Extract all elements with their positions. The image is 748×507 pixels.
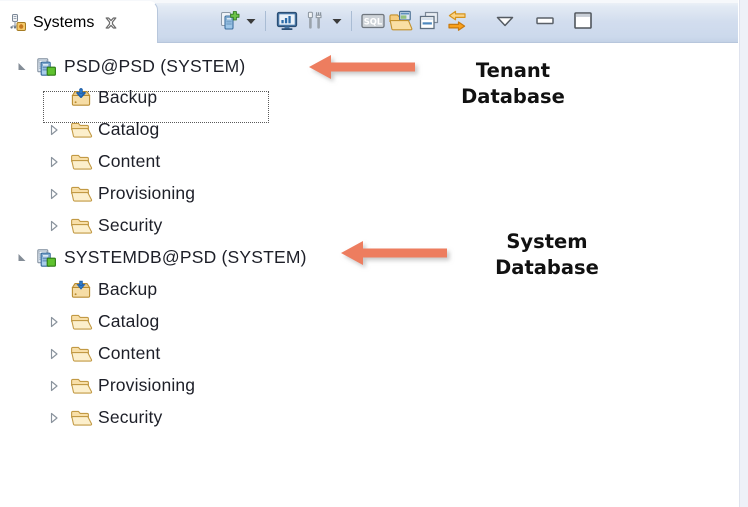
- tree-row[interactable]: Provisioning: [46, 370, 195, 401]
- tree-row-label: SYSTEMDB@PSD (SYSTEM): [64, 247, 307, 267]
- tree-row-label: Backup: [98, 87, 158, 107]
- chevron-down-icon[interactable]: [243, 9, 258, 33]
- tree-row-label: Provisioning: [98, 375, 196, 395]
- tree-row[interactable]: Security: [46, 402, 162, 433]
- open-folder-window-icon[interactable]: [388, 8, 414, 34]
- folder-icon: [70, 120, 93, 140]
- add-system-icon[interactable]: [216, 8, 242, 34]
- twisty-collapsed-icon[interactable]: [46, 314, 62, 330]
- collapse-all-icon[interactable]: [416, 8, 442, 34]
- left-arrow-icon: [305, 52, 431, 86]
- folder-icon: [70, 152, 93, 172]
- twisty-collapsed-icon[interactable]: [46, 346, 62, 362]
- tree-row-label: Provisioning: [98, 183, 196, 203]
- toolbar-separator: [351, 11, 352, 31]
- twisty-collapsed-icon[interactable]: [46, 122, 62, 138]
- systems-view-icon: [8, 13, 28, 33]
- tree-row-label: Catalog: [98, 119, 160, 139]
- tab-label: Systems: [33, 13, 95, 31]
- view-toolbar: SQL: [215, 0, 738, 42]
- toolbar-separator: [265, 11, 266, 31]
- twisty-collapsed-icon[interactable]: [46, 186, 62, 202]
- folder-icon: [70, 184, 93, 204]
- view-menu-triangle-icon[interactable]: [492, 8, 518, 34]
- close-icon[interactable]: [103, 15, 119, 31]
- twisty-collapsed-icon[interactable]: [46, 154, 62, 170]
- tree-row[interactable]: Backup: [70, 274, 157, 305]
- twisty-collapsed-icon[interactable]: [46, 378, 62, 394]
- tree-row-label: Backup: [98, 279, 158, 299]
- tree-row[interactable]: Backup: [70, 82, 157, 113]
- maximize-icon[interactable]: [570, 8, 596, 34]
- administration-tools-icon[interactable]: [302, 8, 328, 34]
- tree-row-label: PSD@PSD (SYSTEM): [64, 56, 246, 76]
- window-right-strip: [740, 0, 748, 507]
- twisty-collapsed-icon[interactable]: [46, 218, 62, 234]
- sql-console-icon[interactable]: SQL: [360, 8, 386, 34]
- svg-text:SQL: SQL: [364, 16, 383, 26]
- tree-row-label: Content: [98, 151, 161, 171]
- tree-row[interactable]: Catalog: [46, 306, 159, 337]
- application-window: Systems SQL PSD@PSD (SYSTEM) Backup Cata…: [0, 0, 748, 507]
- link-arrows-icon[interactable]: [444, 8, 470, 34]
- tree-row-label: Security: [98, 407, 163, 427]
- tree-row[interactable]: Catalog: [46, 114, 159, 145]
- folder-icon: [70, 216, 93, 236]
- twisty-expanded-icon[interactable]: [14, 59, 30, 75]
- twisty-expanded-icon[interactable]: [14, 250, 30, 266]
- folder-icon: [70, 312, 93, 332]
- folder-icon: [70, 408, 93, 428]
- tree-row[interactable]: Provisioning: [46, 178, 195, 209]
- tree-row[interactable]: SYSTEMDB@PSD (SYSTEM): [14, 242, 307, 273]
- left-arrow-icon: [337, 238, 463, 272]
- annotation-tenant-database: Tenant Database: [461, 59, 565, 109]
- twisty-collapsed-icon[interactable]: [46, 410, 62, 426]
- tree-row[interactable]: Content: [46, 146, 160, 177]
- tab-systems[interactable]: Systems: [0, 1, 158, 43]
- backup-icon: [70, 87, 92, 108]
- tree-row-label: Content: [98, 343, 161, 363]
- backup-icon: [70, 280, 92, 300]
- tree-row-label: Security: [98, 215, 163, 235]
- tree-row[interactable]: Security: [46, 210, 162, 241]
- system-monitor-icon[interactable]: [274, 8, 300, 34]
- chevron-down-icon[interactable]: [329, 9, 344, 33]
- annotation-system-database: System Database: [495, 230, 599, 280]
- folder-icon: [70, 344, 93, 364]
- minimize-icon[interactable]: [532, 8, 558, 34]
- tree-row[interactable]: Content: [46, 338, 160, 369]
- tree-row-label: Catalog: [98, 311, 160, 331]
- database-system-icon: [36, 57, 58, 77]
- folder-icon: [70, 376, 93, 396]
- database-system-icon: [36, 248, 58, 268]
- tree-row[interactable]: PSD@PSD (SYSTEM): [14, 51, 245, 82]
